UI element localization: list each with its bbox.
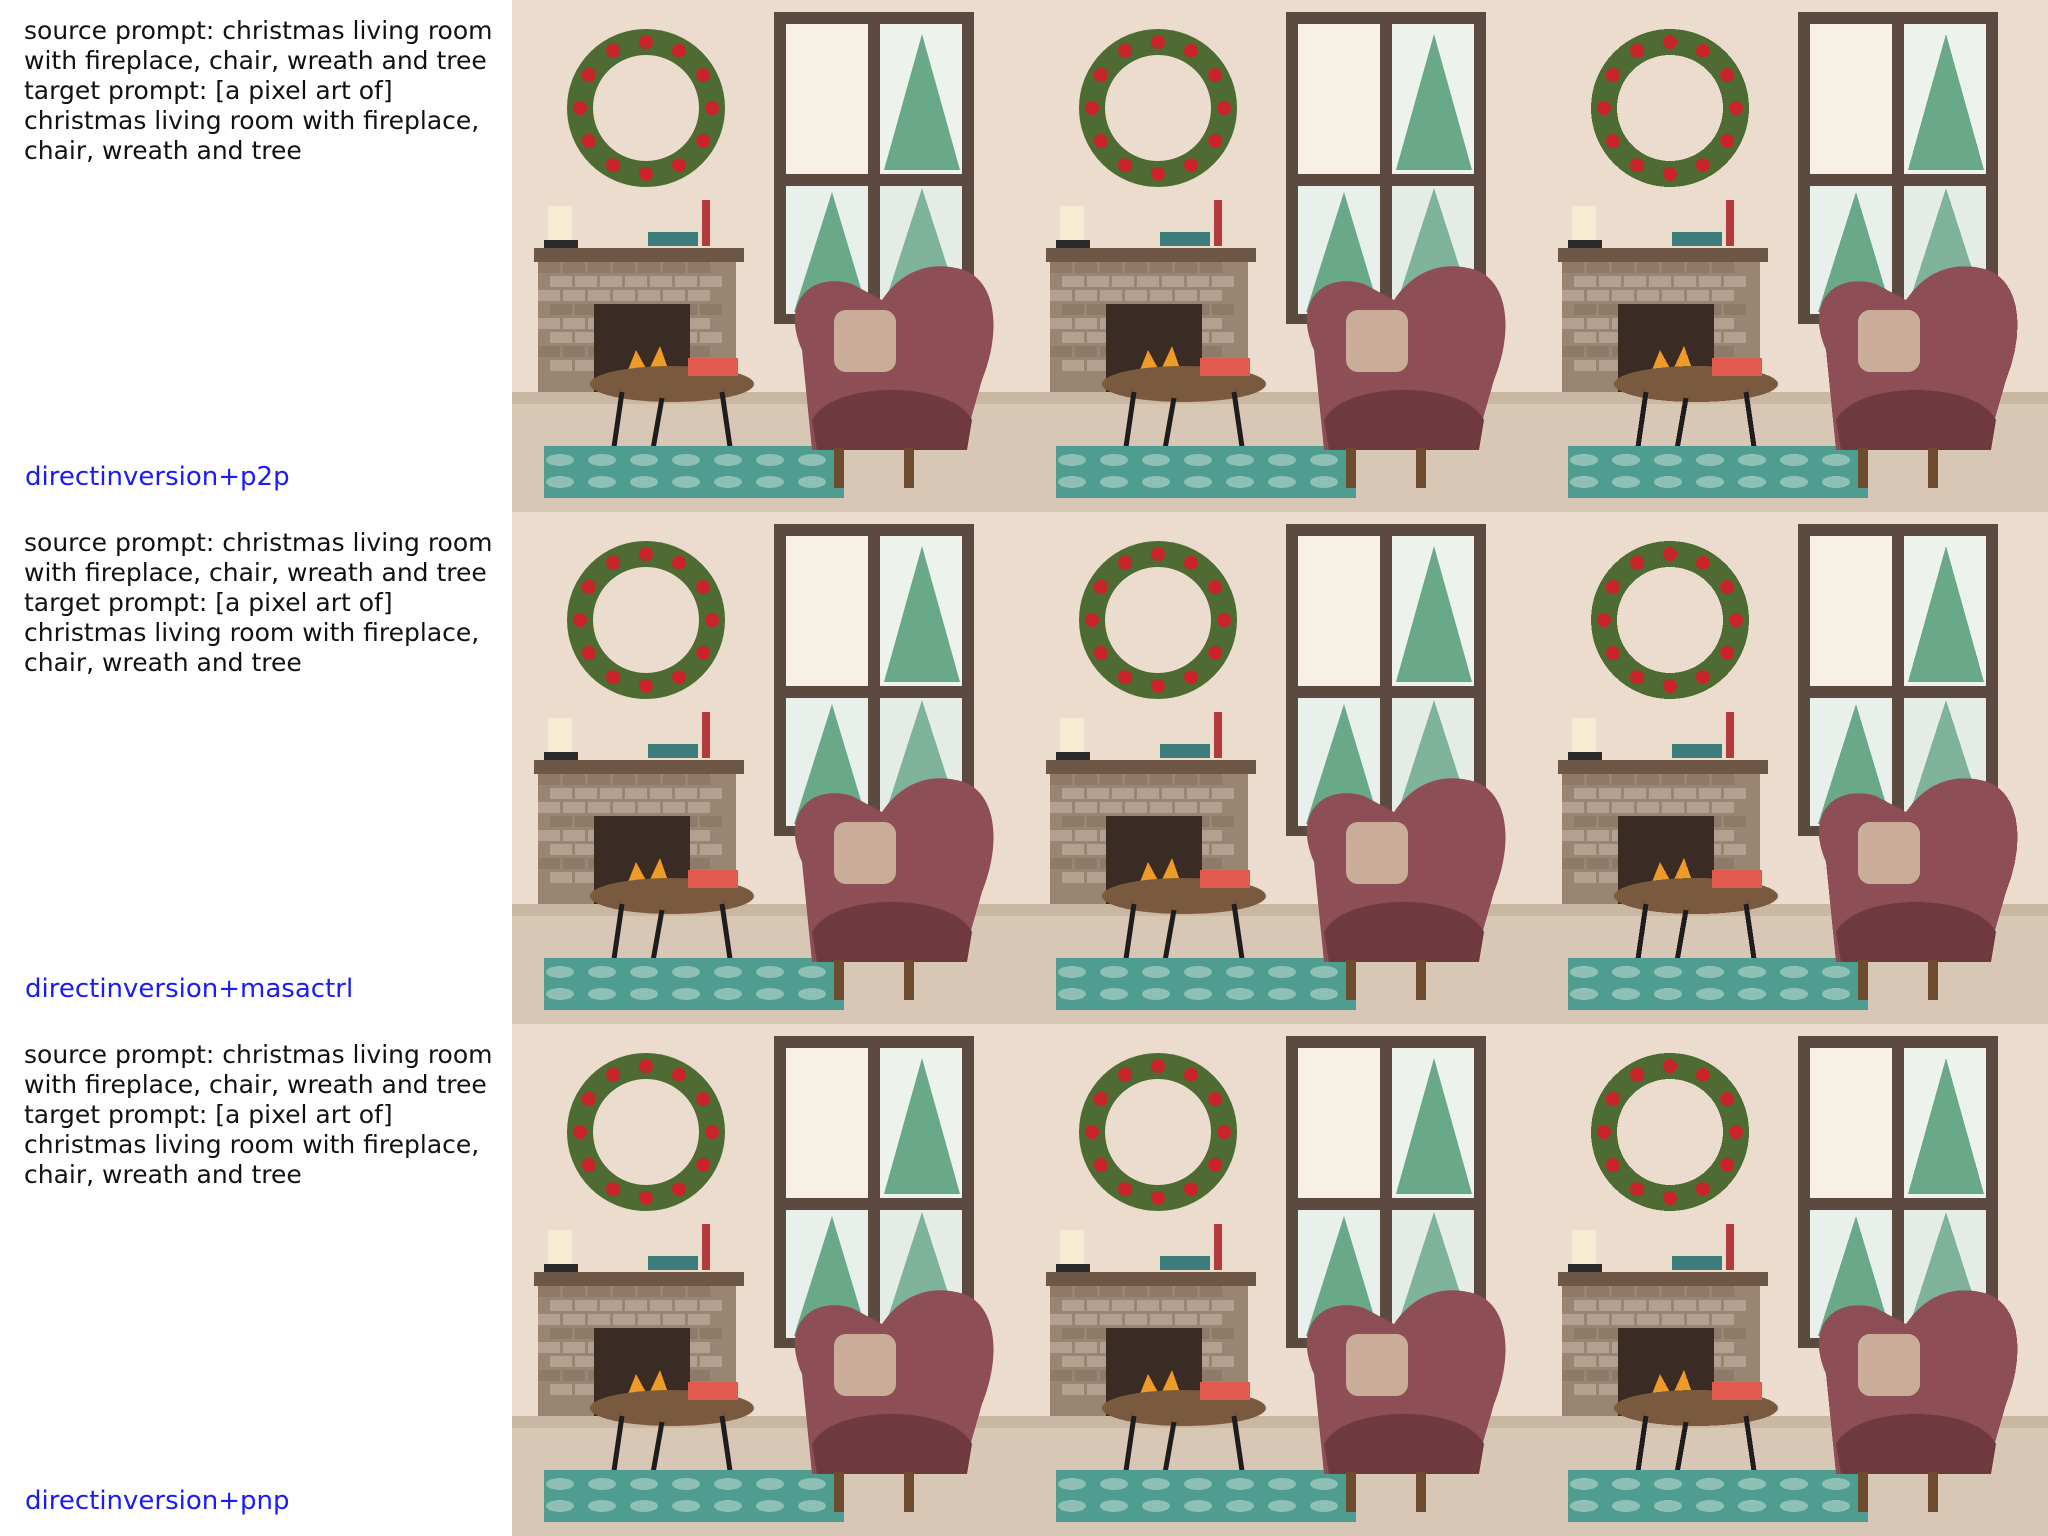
living-room-illustration <box>512 1024 1024 1536</box>
comparison-row: source prompt: christmas living room wit… <box>0 1024 2048 1536</box>
method-label: directinversion+masactrl <box>25 974 354 1004</box>
caption-line: with fireplace, chair, wreath and tree <box>24 46 487 75</box>
living-room-illustration <box>1024 1024 1536 1536</box>
caption-line: source prompt: christmas living room <box>24 528 493 557</box>
source-image <box>512 512 1024 1024</box>
edited-pixel-art-image <box>1536 512 2048 1024</box>
edited-pixel-art-image <box>1536 0 2048 512</box>
caption-line: chair, wreath and tree <box>24 136 302 165</box>
caption-line: target prompt: [a pixel art of] <box>24 588 393 617</box>
caption-line: source prompt: christmas living room <box>24 1040 493 1069</box>
caption-line: with fireplace, chair, wreath and tree <box>24 1070 487 1099</box>
caption-line: chair, wreath and tree <box>24 1160 302 1189</box>
living-room-illustration <box>1536 0 2048 512</box>
caption-line: christmas living room with fireplace, <box>24 1130 480 1159</box>
method-label: directinversion+p2p <box>25 462 290 492</box>
comparison-row: source prompt: christmas living room wit… <box>0 512 2048 1024</box>
living-room-illustration <box>512 0 1024 512</box>
prompt-caption: source prompt: christmas living room wit… <box>24 528 504 678</box>
caption-line: target prompt: [a pixel art of] <box>24 76 393 105</box>
prompt-caption: source prompt: christmas living room wit… <box>24 16 504 166</box>
caption-line: christmas living room with fireplace, <box>24 618 480 647</box>
living-room-illustration <box>1536 512 2048 1024</box>
caption-line: christmas living room with fireplace, <box>24 106 480 135</box>
reconstruction-image <box>1024 1024 1536 1536</box>
caption-line: target prompt: [a pixel art of] <box>24 1100 393 1129</box>
edited-pixel-art-image <box>1536 1024 2048 1536</box>
reconstruction-image <box>1024 0 1536 512</box>
method-label: directinversion+pnp <box>25 1486 290 1516</box>
source-image <box>512 0 1024 512</box>
caption-line: chair, wreath and tree <box>24 648 302 677</box>
caption-line: with fireplace, chair, wreath and tree <box>24 558 487 587</box>
comparison-row: source prompt: christmas living room wit… <box>0 0 2048 512</box>
living-room-illustration <box>1536 1024 2048 1536</box>
reconstruction-image <box>1024 512 1536 1024</box>
source-image <box>512 1024 1024 1536</box>
living-room-illustration <box>1024 512 1536 1024</box>
living-room-illustration <box>1024 0 1536 512</box>
prompt-caption: source prompt: christmas living room wit… <box>24 1040 504 1190</box>
living-room-illustration <box>512 512 1024 1024</box>
caption-line: source prompt: christmas living room <box>24 16 493 45</box>
